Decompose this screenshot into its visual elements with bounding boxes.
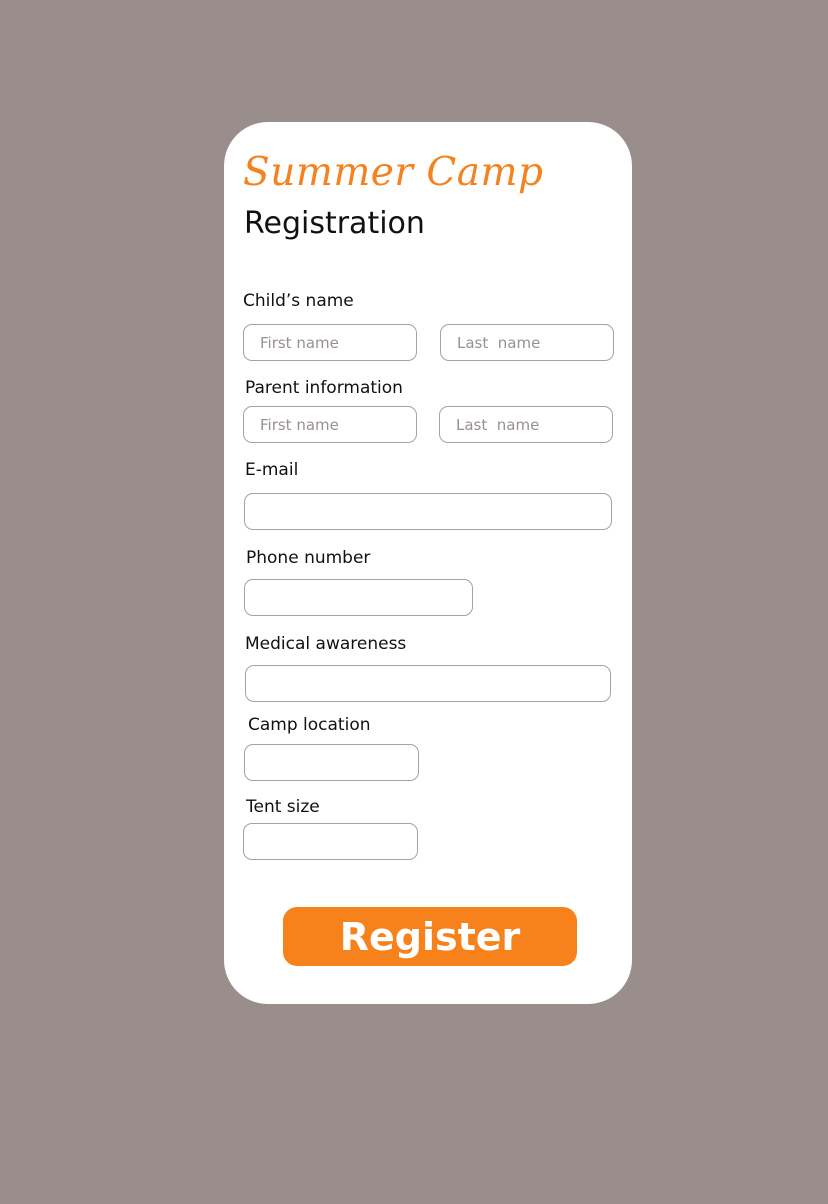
child-name-label: Child’s name — [243, 291, 354, 311]
camp-location-label: Camp location — [248, 715, 371, 735]
email-label: E-mail — [245, 460, 299, 480]
register-button[interactable]: Register — [283, 907, 577, 966]
tent-size-label: Tent size — [246, 797, 320, 817]
parent-information-label: Parent information — [245, 378, 403, 398]
camp-location-field[interactable] — [244, 744, 419, 781]
parent-first-name-input[interactable] — [243, 406, 417, 443]
medical-awareness-field[interactable] — [245, 665, 611, 702]
page-title: Summer Camp — [243, 150, 544, 195]
phone-number-label: Phone number — [246, 548, 371, 568]
tent-size-field[interactable] — [243, 823, 418, 860]
child-last-name-input[interactable] — [440, 324, 614, 361]
phone-number-field[interactable] — [244, 579, 473, 616]
child-first-name-input[interactable] — [243, 324, 417, 361]
registration-card: Summer Camp Registration Child’s name Pa… — [224, 122, 632, 1004]
email-field[interactable] — [244, 493, 612, 530]
medical-awareness-label: Medical awareness — [245, 634, 407, 654]
page-subtitle: Registration — [244, 206, 425, 241]
parent-last-name-input[interactable] — [439, 406, 613, 443]
